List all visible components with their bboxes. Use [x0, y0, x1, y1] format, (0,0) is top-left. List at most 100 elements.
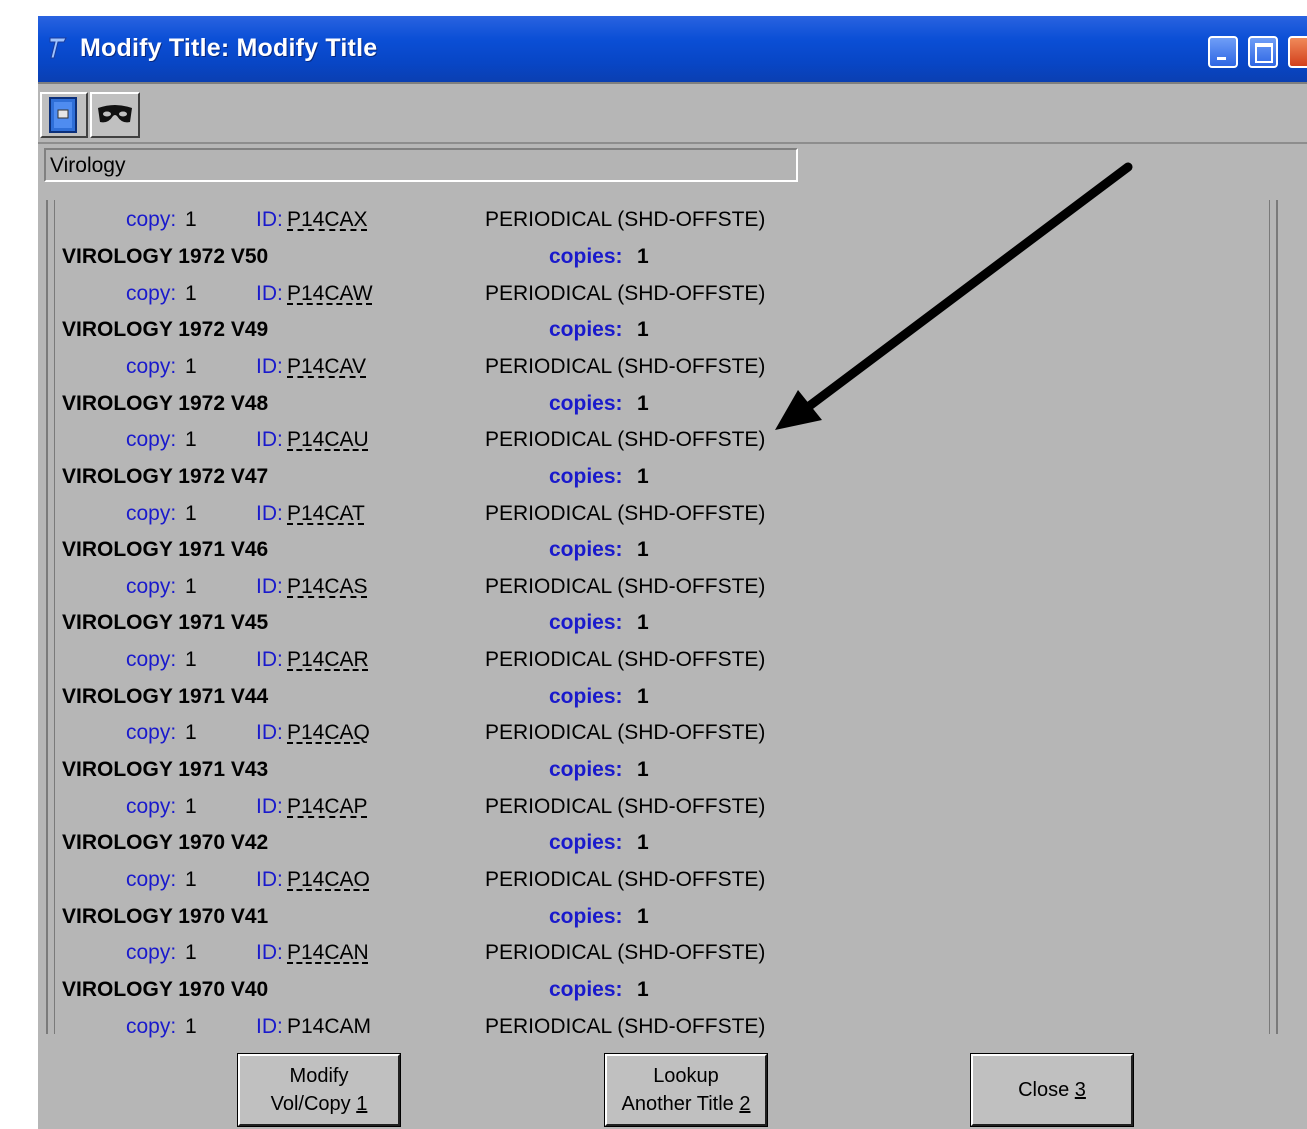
toolbar	[38, 84, 1307, 144]
item-id-link[interactable]: P14CAR	[287, 648, 369, 672]
id-label: ID:	[256, 502, 283, 525]
volume-title: VIROLOGY 1971 V44	[62, 685, 269, 708]
list-item[interactable]: copy: 1 ID: P14CAQ PERIODICAL (SHD-OFFST…	[38, 721, 1307, 751]
copy-number: 1	[185, 795, 197, 818]
list-item[interactable]: copy: 1 ID: P14CAM PERIODICAL (SHD-OFFST…	[38, 1015, 1307, 1045]
copy-label: copy:	[126, 282, 177, 305]
lookup-button-line1: Lookup	[653, 1065, 719, 1087]
list-item[interactable]: copy: 1 ID: P14CAN PERIODICAL (SHD-OFFST…	[38, 941, 1307, 971]
title-field[interactable]: Virology	[44, 148, 798, 182]
copies-count: 1	[637, 758, 649, 781]
copy-number: 1	[185, 502, 197, 525]
copies-label: copies:	[549, 685, 623, 708]
volume-row[interactable]: VIROLOGY 1970 V41 copies: 1	[38, 905, 1307, 935]
modify-button-shortcut: 1	[356, 1093, 368, 1115]
item-status: PERIODICAL (SHD-OFFSTE)	[485, 648, 766, 671]
toolbar-mask-button[interactable]	[90, 92, 140, 138]
id-label: ID:	[256, 1015, 283, 1038]
item-id-link[interactable]: P14CAM	[287, 1015, 371, 1039]
volume-title: VIROLOGY 1972 V49	[62, 318, 269, 341]
close-button[interactable]: Close 3	[970, 1053, 1134, 1127]
copy-label: copy:	[126, 208, 177, 231]
copies-count: 1	[637, 611, 649, 634]
list-item[interactable]: copy: 1 ID: P14CAT PERIODICAL (SHD-OFFST…	[38, 502, 1307, 532]
list-item[interactable]: copy: 1 ID: P14CAR PERIODICAL (SHD-OFFST…	[38, 648, 1307, 678]
list-item[interactable]: copy: 1 ID: P14CAU PERIODICAL (SHD-OFFST…	[38, 428, 1307, 458]
copies-label: copies:	[549, 905, 623, 928]
copy-number: 1	[185, 648, 197, 671]
list-item[interactable]: copy: 1 ID: P14CAP PERIODICAL (SHD-OFFST…	[38, 795, 1307, 825]
minimize-button[interactable]	[1208, 36, 1238, 68]
copy-label: copy:	[126, 868, 177, 891]
item-id-link[interactable]: P14CAW	[287, 282, 373, 306]
copies-count: 1	[637, 318, 649, 341]
lookup-button-text: Another Title	[621, 1093, 740, 1115]
item-status: PERIODICAL (SHD-OFFSTE)	[485, 941, 766, 964]
list-item[interactable]: copy: 1 ID: P14CAO PERIODICAL (SHD-OFFST…	[38, 868, 1307, 898]
app-icon	[49, 37, 67, 59]
volume-row[interactable]: VIROLOGY 1970 V42 copies: 1	[38, 831, 1307, 861]
copy-label: copy:	[126, 941, 177, 964]
close-button-shortcut: 3	[1074, 1079, 1086, 1101]
modify-button-line1: Modify	[289, 1065, 349, 1087]
copy-number: 1	[185, 428, 197, 451]
copies-label: copies:	[549, 758, 623, 781]
item-id-link[interactable]: P14CAV	[287, 355, 366, 379]
copies-label: copies:	[549, 245, 623, 268]
copy-number: 1	[185, 282, 197, 305]
volume-row[interactable]: VIROLOGY 1972 V50 copies: 1	[38, 245, 1307, 275]
modify-button-text: Vol/Copy	[270, 1093, 357, 1115]
copies-count: 1	[637, 245, 649, 268]
id-label: ID:	[256, 868, 283, 891]
item-status: PERIODICAL (SHD-OFFSTE)	[485, 208, 766, 231]
item-id-link[interactable]: P14CAQ	[287, 721, 370, 745]
lookup-another-title-button[interactable]: Lookup Another Title 2	[604, 1053, 768, 1127]
list-item[interactable]: copy: 1 ID: P14CAS PERIODICAL (SHD-OFFST…	[38, 575, 1307, 605]
copy-number: 1	[185, 721, 197, 744]
item-status: PERIODICAL (SHD-OFFSTE)	[485, 428, 766, 451]
close-window-button[interactable]	[1288, 36, 1307, 68]
item-id-link[interactable]: P14CAX	[287, 208, 368, 232]
copies-label: copies:	[549, 465, 623, 488]
modify-vol-copy-button[interactable]: Modify Vol/Copy 1	[237, 1053, 401, 1127]
id-label: ID:	[256, 208, 283, 231]
copies-count: 1	[637, 465, 649, 488]
lookup-button-line2: Another Title 2	[607, 1090, 765, 1118]
volume-row[interactable]: VIROLOGY 1972 V47 copies: 1	[38, 465, 1307, 495]
item-status: PERIODICAL (SHD-OFFSTE)	[485, 1015, 766, 1038]
id-label: ID:	[256, 282, 283, 305]
volume-row[interactable]: VIROLOGY 1971 V45 copies: 1	[38, 611, 1307, 641]
id-label: ID:	[256, 721, 283, 744]
volume-row[interactable]: VIROLOGY 1972 V49 copies: 1	[38, 318, 1307, 348]
volume-title: VIROLOGY 1971 V43	[62, 758, 269, 781]
item-status: PERIODICAL (SHD-OFFSTE)	[485, 868, 766, 891]
mask-icon	[98, 105, 132, 123]
item-id-link[interactable]: P14CAT	[287, 502, 365, 526]
volume-title: VIROLOGY 1971 V46	[62, 538, 269, 561]
list-item[interactable]: copy: 1 ID: P14CAV PERIODICAL (SHD-OFFST…	[38, 355, 1307, 385]
item-status: PERIODICAL (SHD-OFFSTE)	[485, 502, 766, 525]
copies-label: copies:	[549, 978, 623, 1001]
item-id-link[interactable]: P14CAP	[287, 795, 368, 819]
item-id-link[interactable]: P14CAO	[287, 868, 370, 892]
list-item[interactable]: copy: 1 ID: P14CAW PERIODICAL (SHD-OFFST…	[38, 282, 1307, 312]
maximize-button[interactable]	[1248, 36, 1278, 68]
copy-label: copy:	[126, 795, 177, 818]
list-item[interactable]: copy: 1 ID: P14CAX PERIODICAL (SHD-OFFST…	[38, 208, 1307, 238]
volume-row[interactable]: VIROLOGY 1971 V43 copies: 1	[38, 758, 1307, 788]
volume-title: VIROLOGY 1970 V40	[62, 978, 269, 1001]
item-id-link[interactable]: P14CAU	[287, 428, 369, 452]
item-id-link[interactable]: P14CAN	[287, 941, 369, 965]
copy-label: copy:	[126, 355, 177, 378]
item-status: PERIODICAL (SHD-OFFSTE)	[485, 355, 766, 378]
toolbar-book-button[interactable]	[40, 92, 88, 138]
title-bar: Modify Title: Modify Title	[38, 16, 1307, 84]
lookup-button-shortcut: 2	[739, 1093, 751, 1115]
volume-row[interactable]: VIROLOGY 1971 V46 copies: 1	[38, 538, 1307, 568]
volume-row[interactable]: VIROLOGY 1971 V44 copies: 1	[38, 685, 1307, 715]
copy-number: 1	[185, 941, 197, 964]
item-id-link[interactable]: P14CAS	[287, 575, 368, 599]
copies-count: 1	[637, 538, 649, 561]
volume-row[interactable]: VIROLOGY 1970 V40 copies: 1	[38, 978, 1307, 1008]
volume-row[interactable]: VIROLOGY 1972 V48 copies: 1	[38, 392, 1307, 422]
